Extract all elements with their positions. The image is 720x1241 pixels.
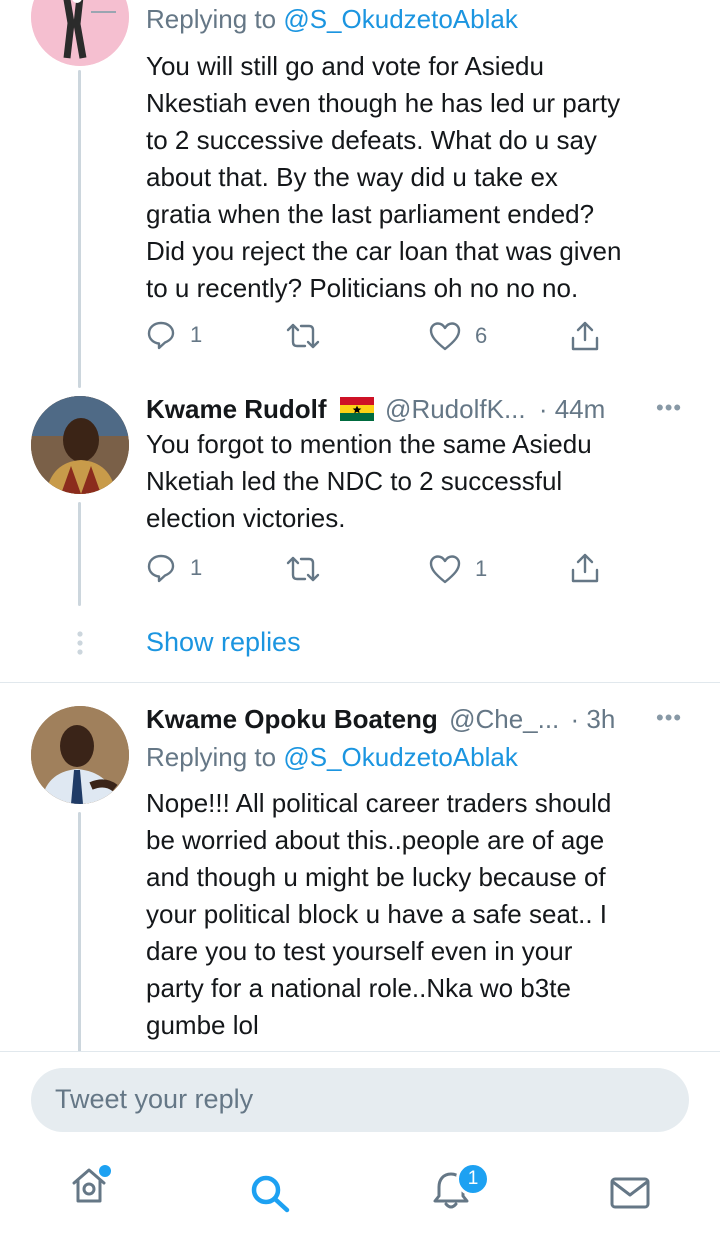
tweet2-line: You forgot to mention the same Asiedu (146, 429, 592, 459)
replying-to-mention[interactable]: @S_OkudzetoAblak (283, 742, 518, 772)
tweet3-line: dare you to test yourself even in your (146, 936, 573, 966)
tweet-time: · 3h (570, 704, 616, 734)
tweet1-line: Did you reject the car loan that was giv… (146, 236, 622, 266)
tweet2-text: You forgot to mention the same Asiedu Nk… (146, 426, 706, 537)
heart-icon (429, 555, 461, 584)
avatar-kwame-opoku-boateng[interactable] (31, 706, 129, 804)
like-count: 1 (475, 556, 488, 581)
retweet-button-tweet1[interactable] (285, 322, 321, 350)
reply-icon (147, 554, 175, 583)
avatar-kwame-rudolf[interactable] (31, 396, 129, 494)
mail-icon (610, 1177, 650, 1209)
retweet-button-tweet2[interactable] (285, 555, 321, 583)
retweet-icon (286, 323, 320, 349)
messages-tab[interactable] (609, 1176, 653, 1217)
share-icon (571, 553, 599, 583)
home-tab[interactable] (68, 1163, 114, 1214)
tweet3-text: Nope!!! All political career traders sho… (146, 785, 706, 1044)
replying-to-tweet1: Replying to @S_OkudzetoAblak (146, 2, 518, 36)
tweet3-line: and though u might be lucky because of (146, 862, 606, 892)
avatar-tweet1[interactable] (31, 0, 129, 66)
tweet-time: · 44m (538, 394, 606, 424)
replying-to-label: Replying to (146, 4, 284, 34)
reply-count: 1 (190, 322, 203, 347)
tweet-reply-input[interactable]: Tweet your reply (31, 1068, 689, 1132)
heart-icon (429, 322, 461, 351)
tweet3-line: gumbe lol (146, 1010, 259, 1040)
tweet2-header: Kwame Rudolf @RudolfK... · 44m (146, 392, 605, 429)
replying-to-tweet3: Replying to @S_OkudzetoAblak (146, 740, 518, 774)
avatar-image (31, 396, 129, 494)
show-replies-link[interactable]: Show replies (146, 627, 301, 658)
tweet3-line: Nope!!! All political career traders sho… (146, 788, 612, 818)
tweet3-line: your political block u have a safe seat.… (146, 899, 608, 929)
reply-button-tweet2[interactable]: 1 (146, 553, 202, 583)
thread-line-1 (78, 70, 81, 388)
author-name[interactable]: Kwame Opoku Boateng (146, 704, 438, 734)
avatar-image (31, 0, 129, 66)
notification-badge-count: 1 (467, 1168, 479, 1189)
tweet3-line: be worried about this..people are of age (146, 825, 605, 855)
tweet-divider (0, 682, 720, 683)
more-options-icon[interactable]: ••• (656, 707, 682, 729)
reply-bar-divider (0, 1051, 720, 1052)
ghana-flag-icon (339, 395, 374, 429)
tweet1-line: about that. By the way did u take ex (146, 162, 558, 192)
author-handle[interactable]: @RudolfK... (385, 394, 526, 424)
notification-badge: 1 (456, 1162, 490, 1196)
replying-to-label: Replying to (146, 742, 284, 772)
reply-icon (147, 321, 175, 350)
tweet2-line: Nketiah led the NDC to 2 successful (146, 466, 563, 496)
search-icon (251, 1175, 290, 1213)
like-button-tweet1[interactable]: 6 (429, 321, 487, 351)
tweet1-line: You will still go and vote for Asiedu (146, 51, 544, 81)
reply-count: 1 (190, 555, 203, 580)
tweet1-line: gratia when the last parliament ended? (146, 199, 595, 229)
tweet3-header: Kwame Opoku Boateng @Che_... · 3h (146, 702, 615, 736)
share-button-tweet1[interactable] (570, 320, 600, 352)
tweet1-line: to 2 successive defeats. What do u say (146, 125, 597, 155)
like-count: 6 (475, 323, 488, 348)
share-icon (571, 321, 599, 351)
reply-placeholder: Tweet your reply (55, 1084, 254, 1114)
thread-dots-icon (76, 630, 84, 661)
author-name[interactable]: Kwame Rudolf (146, 394, 327, 424)
thread-line-3 (78, 812, 81, 1052)
avatar-image (31, 706, 129, 804)
share-button-tweet2[interactable] (570, 552, 600, 584)
author-handle[interactable]: @Che_... (449, 704, 559, 734)
tweet2-line: election victories. (146, 503, 346, 533)
more-options-icon[interactable]: ••• (656, 397, 682, 419)
thread-line-2 (78, 502, 81, 606)
home-icon (72, 1165, 111, 1203)
like-button-tweet2[interactable]: 1 (429, 554, 487, 584)
replying-to-mention[interactable]: @S_OkudzetoAblak (283, 4, 518, 34)
reply-button-tweet1[interactable]: 1 (146, 320, 202, 350)
retweet-icon (286, 556, 320, 582)
tweet1-line: Nkestiah even though he has led ur party (146, 88, 621, 118)
tweet1-line: to u recently? Politicians oh no no no. (146, 273, 579, 303)
search-tab[interactable] (249, 1173, 293, 1218)
tweet3-line: party for a national role..Nka wo b3te (146, 973, 571, 1003)
tweet1-text: You will still go and vote for Asiedu Nk… (146, 48, 706, 307)
